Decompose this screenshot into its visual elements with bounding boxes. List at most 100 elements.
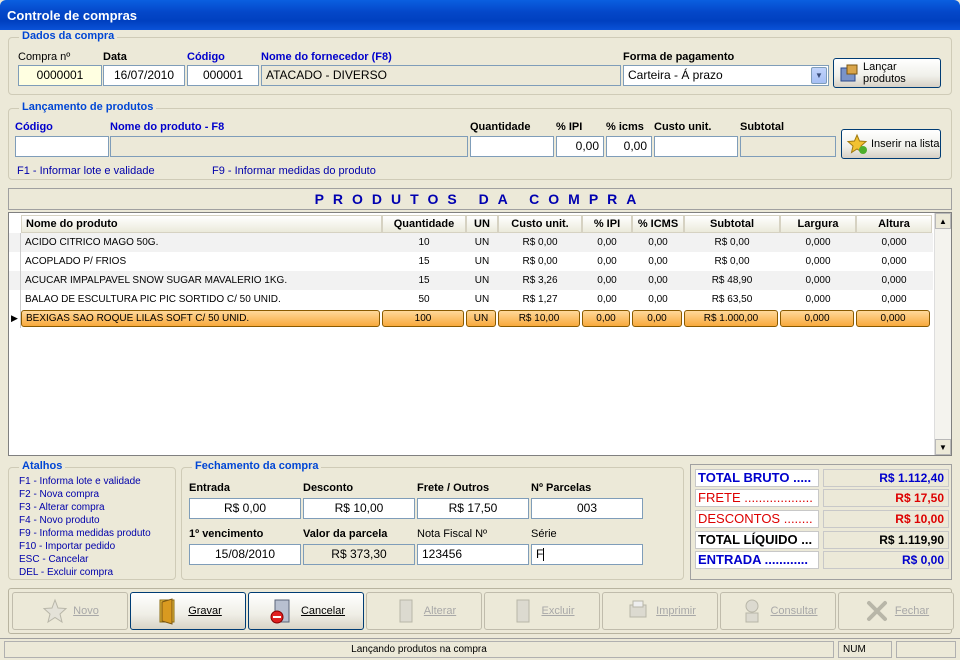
down-payment-total-label: ENTRADA ............ [695, 551, 819, 569]
row-pointer-icon: ▶ [9, 309, 21, 328]
discount-field[interactable]: R$ 10,00 [303, 498, 415, 519]
cell-unit-cost: R$ 10,00 [498, 310, 580, 327]
scroll-up-icon[interactable]: ▲ [935, 213, 951, 229]
cell-product: BEXIGAS SAO ROQUE LILAS SOFT C/ 50 UNID. [21, 310, 380, 327]
quantity-field[interactable] [470, 136, 554, 157]
product-name-field[interactable] [110, 136, 468, 157]
status-bar: Lançando produtos na compra NUM [0, 638, 960, 660]
cell-height: 0,000 [881, 275, 907, 286]
delete-button[interactable]: Excluir [484, 592, 600, 630]
down-payment-total-row: ENTRADA ............ R$ 0,00 [695, 551, 949, 569]
first-due-date-label: 1º vencimento [189, 528, 264, 540]
col-header-icms[interactable]: % ICMS [632, 215, 684, 233]
table-row[interactable]: ACUCAR IMPALPAVEL SNOW SUGAR MAVALERIO 1… [9, 271, 933, 290]
print-button[interactable]: Imprimir [602, 592, 718, 630]
row-indicator [9, 290, 21, 309]
action-toolbar: Novo Gravar Cancelar Alterar Excluir Imp… [8, 588, 954, 634]
supplier-name-field[interactable]: ATACADO - DIVERSO [261, 65, 621, 86]
close-label: Fechar [894, 605, 930, 617]
col-header-unit[interactable]: UN [466, 215, 498, 233]
invoice-number-field[interactable]: 123456 [417, 544, 529, 565]
new-button[interactable]: Novo [12, 592, 128, 630]
row-indicator [9, 271, 21, 290]
payment-method-select[interactable]: Carteira - Á prazo ▼ [623, 65, 829, 86]
col-header-quantity[interactable]: Quantidade [382, 215, 466, 233]
cell-ipi: 0,00 [597, 256, 617, 267]
shortcut-item: F1 - Informa lote e validade [19, 476, 141, 487]
cell-icms: 0,00 [648, 294, 668, 305]
cell-height: 0,000 [881, 256, 907, 267]
total-gross-row: TOTAL BRUTO ..... R$ 1.112,40 [695, 469, 949, 487]
save-button[interactable]: Gravar [130, 592, 246, 630]
net-total-row: TOTAL LÍQUIDO ... R$ 1.119,90 [695, 531, 949, 549]
grid-vertical-scrollbar[interactable]: ▲ ▼ [934, 213, 951, 455]
installment-value-field[interactable]: R$ 373,30 [303, 544, 415, 565]
payment-method-label: Forma de pagamento [623, 51, 735, 63]
ipi-field[interactable]: 0,00 [556, 136, 604, 157]
insert-list-button[interactable]: Inserir na lista [841, 129, 941, 159]
hint-product-measures: F9 - Informar medidas do produto [212, 165, 376, 177]
product-code-label: Código [15, 121, 53, 133]
product-code-field[interactable] [15, 136, 109, 157]
first-due-date-field[interactable]: 15/08/2010 [189, 544, 301, 565]
status-num-lock: NUM [838, 641, 892, 658]
payment-method-value: Carteira - Á prazo [628, 68, 723, 82]
series-field[interactable]: F [531, 544, 643, 565]
col-header-width[interactable]: Largura [780, 215, 856, 233]
cell-quantity: 50 [418, 294, 430, 305]
icms-field[interactable]: 0,00 [606, 136, 652, 157]
cell-ipi: 0,00 [582, 310, 630, 327]
shortcut-item: F9 - Informa medidas produto [19, 528, 151, 539]
installments-field[interactable]: 003 [531, 498, 643, 519]
freight-field[interactable]: R$ 17,50 [417, 498, 529, 519]
freight-total-value: R$ 17,50 [823, 489, 949, 507]
cell-product: ACUCAR IMPALPAVEL SNOW SUGAR MAVALERIO 1… [25, 275, 288, 286]
cell-width: 0,000 [805, 275, 831, 286]
col-header-unit-cost[interactable]: Custo unit. [498, 215, 582, 233]
purchase-data-legend: Dados da compra [19, 30, 118, 42]
product-entry-group: Lançamento de produtos Código Nome do pr… [8, 101, 952, 180]
supplier-code-field[interactable]: 000001 [187, 65, 259, 86]
date-label: Data [103, 51, 127, 63]
cell-unit-cost: R$ 3,26 [522, 275, 558, 286]
purchase-closing-group: Fechamento da compra Entrada R$ 0,00 Des… [181, 460, 684, 580]
scroll-down-icon[interactable]: ▼ [935, 439, 951, 455]
edit-button[interactable]: Alterar [366, 592, 482, 630]
installments-label: Nº Parcelas [531, 482, 592, 494]
table-row[interactable]: ACOPLADO P/ FRIOS 15 UN R$ 0,00 0,00 0,0… [9, 252, 933, 271]
col-header-height[interactable]: Altura [856, 215, 932, 233]
purchase-number-field[interactable]: 0000001 [18, 65, 102, 86]
col-header-product[interactable]: Nome do produto [21, 215, 382, 233]
cell-unit-cost: R$ 1,27 [522, 294, 558, 305]
freight-label: Frete / Outros [417, 482, 490, 494]
window-title: Controle de compras [0, 0, 960, 30]
down-payment-label: Entrada [189, 482, 230, 494]
launch-products-button[interactable]: Lançar produtos [833, 58, 941, 88]
table-row[interactable]: BALAO DE ESCULTURA PIC PIC SORTIDO C/ 50… [9, 290, 933, 309]
table-row-selected[interactable]: ▶ BEXIGAS SAO ROQUE LILAS SOFT C/ 50 UNI… [9, 309, 933, 328]
ipi-label: % IPI [556, 121, 583, 133]
col-header-subtotal[interactable]: Subtotal [684, 215, 780, 233]
unit-cost-field[interactable] [654, 136, 738, 157]
chevron-down-icon[interactable]: ▼ [811, 67, 827, 84]
cell-subtotal: R$ 1.000,00 [684, 310, 778, 327]
print-icon [629, 600, 647, 618]
subtotal-field[interactable] [740, 136, 836, 157]
cell-unit: UN [474, 237, 490, 248]
total-gross-value: R$ 1.112,40 [823, 469, 949, 487]
quantity-label: Quantidade [470, 121, 531, 133]
close-button[interactable]: Fechar [838, 592, 954, 630]
cancel-button[interactable]: Cancelar [248, 592, 364, 630]
star-icon [846, 133, 868, 154]
freight-total-row: FRETE ................... R$ 17,50 [695, 489, 949, 507]
table-row[interactable]: ACIDO CITRICO MAGO 50G. 10 UN R$ 0,00 0,… [9, 233, 933, 252]
door-delete-icon [516, 599, 530, 623]
down-payment-field[interactable]: R$ 0,00 [189, 498, 301, 519]
cell-ipi: 0,00 [597, 237, 617, 248]
search-icon [745, 599, 759, 623]
col-header-ipi[interactable]: % IPI [582, 215, 632, 233]
cell-unit: UN [474, 294, 490, 305]
invoice-number-label: Nota Fiscal Nº [417, 528, 488, 540]
search-button[interactable]: Consultar [720, 592, 836, 630]
date-field[interactable]: 16/07/2010 [103, 65, 185, 86]
